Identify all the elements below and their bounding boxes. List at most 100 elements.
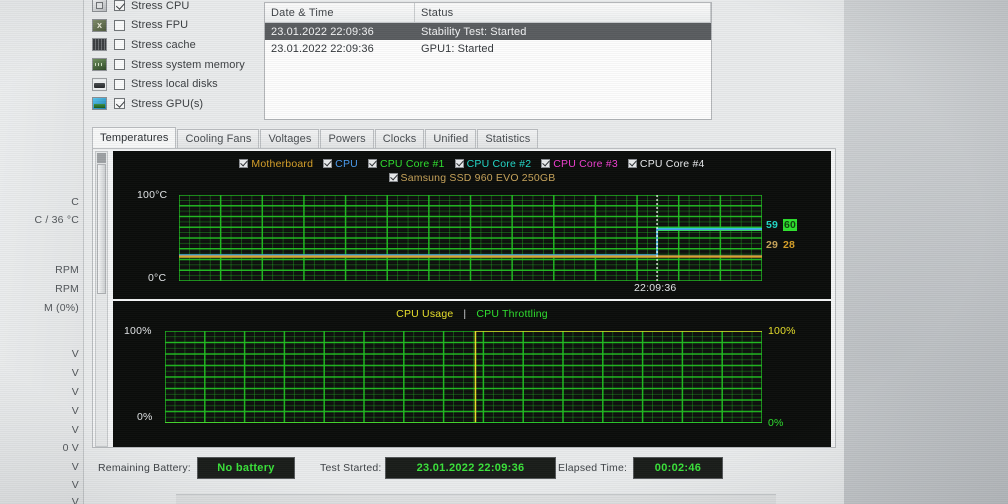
bg-sensor-line: M (0%) [43, 302, 79, 314]
bg-sensor-line: V [71, 405, 79, 417]
background-sensor-window: C C / 36 °C RPM RPM M (0%) V V V V V 0 V… [0, 0, 84, 504]
test-started-label: Test Started: [320, 462, 382, 474]
stress-option-label: Stress CPU [131, 0, 190, 12]
column-header-datetime[interactable]: Date & Time [265, 3, 415, 22]
legend-checkbox[interactable] [627, 159, 637, 168]
legend-item[interactable]: CPU Core #1 [367, 157, 445, 171]
stress-option-cpu[interactable]: Stress CPU [92, 0, 267, 16]
elapsed-time-label: Elapsed Time: [558, 462, 628, 474]
window-bottom-edge [176, 494, 776, 504]
legend-item[interactable]: CPU Core #2 [454, 157, 532, 171]
legend-item[interactable]: Samsung SSD 960 EVO 250GB [388, 171, 556, 185]
stress-cpu-checkbox[interactable] [114, 0, 125, 12]
stress-option-cache[interactable]: Stress cache [92, 35, 267, 55]
system-stability-test-window: Stress CPU Stress FPU Stress cache Stres… [84, 0, 844, 504]
stress-local-disks-checkbox[interactable] [114, 78, 125, 90]
bg-sensor-line: RPM [55, 264, 79, 276]
temperatures-plot-area [179, 195, 762, 281]
charts-panel: Motherboard CPU CPU Core #1 CPU Core #2 CPU … [92, 148, 836, 448]
legend-item[interactable]: CPU Core #4 [627, 157, 705, 171]
legend-checkbox[interactable] [367, 159, 377, 168]
scrollbar-thumb[interactable] [97, 164, 106, 294]
temperature-value-label: 29 [766, 239, 779, 251]
cpu-usage-chart: CPU Usage | CPU Throttling 100% 0% 100% 0% [113, 301, 831, 447]
usage-plot-grid [165, 331, 762, 423]
event-log-header: Date & Time Status [265, 3, 711, 23]
temperature-value-label: 59 [766, 219, 779, 231]
column-header-status[interactable]: Status [415, 3, 711, 22]
legend-item[interactable]: Motherboard [239, 157, 313, 171]
temps-plot-grid [179, 195, 762, 281]
bg-sensor-line: C / 36 °C [34, 214, 79, 226]
stress-option-local-disks[interactable]: Stress local disks [92, 74, 267, 94]
disk-icon [92, 77, 107, 91]
tab-voltages[interactable]: Voltages [260, 129, 320, 148]
stress-cache-checkbox[interactable] [114, 39, 125, 51]
remaining-battery-value: No battery [197, 457, 295, 479]
stress-option-label: Stress FPU [131, 19, 189, 32]
tab-unified[interactable]: Unified [425, 129, 477, 148]
remaining-battery-label: Remaining Battery: [98, 462, 191, 474]
stress-option-label: Stress GPU(s) [131, 97, 204, 110]
stress-option-gpus[interactable]: Stress GPU(s) [92, 94, 267, 114]
legend-label: CPU Core #1 [379, 158, 445, 170]
test-started-value: 23.01.2022 22:09:36 [385, 457, 556, 479]
stress-gpus-checkbox[interactable] [114, 98, 125, 110]
legend-item: CPU Usage [396, 307, 453, 321]
tab-statistics[interactable]: Statistics [477, 129, 539, 148]
usage-right-bottom-label: 0% [768, 417, 784, 429]
bg-sensor-line: V [71, 461, 79, 473]
legend-checkbox[interactable] [388, 173, 398, 182]
legend-label: Samsung SSD 960 EVO 250GB [400, 172, 556, 184]
tab-powers[interactable]: Powers [320, 129, 374, 148]
table-row[interactable]: 23.01.2022 22:09:36 Stability Test: Star… [265, 23, 711, 40]
bg-sensor-line: V [71, 479, 79, 491]
stress-option-label: Stress local disks [131, 78, 218, 91]
legend-label: Motherboard [251, 158, 314, 170]
bg-sensor-line: V [71, 424, 79, 436]
bg-sensor-line: 0 V [62, 442, 79, 454]
temperature-y-axis-bottom-label: 0°C [148, 272, 167, 284]
scrollbar-up-button[interactable] [97, 153, 106, 163]
bg-sensor-line: RPM [55, 283, 79, 295]
temperature-value-label: 60 [783, 219, 798, 231]
temperature-y-axis-top-label: 100°C [137, 189, 168, 201]
cell-status: Stability Test: Started [421, 25, 527, 38]
temperatures-chart: Motherboard CPU CPU Core #1 CPU Core #2 CPU … [113, 151, 831, 299]
usage-y-axis-top-label: 100% [124, 325, 152, 337]
stress-options-list: Stress CPU Stress FPU Stress cache Stres… [92, 0, 267, 114]
legend-item: CPU Throttling [476, 307, 547, 321]
tab-temperatures[interactable]: Temperatures [92, 127, 177, 148]
table-row[interactable]: 23.01.2022 22:09:36 GPU1: Started [265, 40, 711, 57]
stress-option-fpu[interactable]: Stress FPU [92, 16, 267, 36]
legend-checkbox[interactable] [323, 159, 333, 168]
top-area: Stress CPU Stress FPU Stress cache Stres… [84, 0, 844, 126]
usage-right-top-label: 100% [768, 325, 796, 337]
cell-datetime: 23.01.2022 22:09:36 [271, 25, 374, 38]
stress-fpu-checkbox[interactable] [114, 19, 125, 31]
legend-label: CPU Core #4 [639, 158, 705, 170]
legend-checkbox[interactable] [454, 159, 464, 168]
event-log-table[interactable]: Date & Time Status 23.01.2022 22:09:36 S… [264, 2, 712, 120]
cell-status: GPU1: Started [421, 42, 494, 55]
legend-label: CPU Core #3 [553, 158, 618, 170]
status-footer: Remaining Battery: No battery Test Start… [92, 455, 836, 485]
legend-item[interactable]: CPU Core #3 [541, 157, 618, 171]
cpu-icon [92, 0, 107, 13]
legend-label: CPU Core #2 [466, 158, 532, 170]
cell-datetime: 23.01.2022 22:09:36 [271, 42, 374, 55]
stress-option-label: Stress cache [131, 38, 196, 51]
legend-item[interactable]: CPU [323, 157, 358, 171]
legend-checkbox[interactable] [239, 159, 249, 168]
stress-option-system-memory[interactable]: Stress system memory [92, 55, 267, 75]
legend-label: CPU Usage [396, 308, 454, 320]
tab-cooling-fans[interactable]: Cooling Fans [177, 129, 260, 148]
legend-checkbox[interactable] [541, 159, 551, 168]
charts-panel-scrollbar[interactable] [95, 151, 108, 447]
legend-separator: | [463, 308, 467, 320]
cpu-usage-plot-area [165, 331, 762, 423]
temperatures-chart-legend: Motherboard CPU CPU Core #1 CPU Core #2 CPU … [113, 157, 831, 185]
bg-sensor-line: C [71, 196, 79, 208]
stress-system-memory-checkbox[interactable] [114, 59, 125, 71]
tab-clocks[interactable]: Clocks [374, 129, 425, 148]
